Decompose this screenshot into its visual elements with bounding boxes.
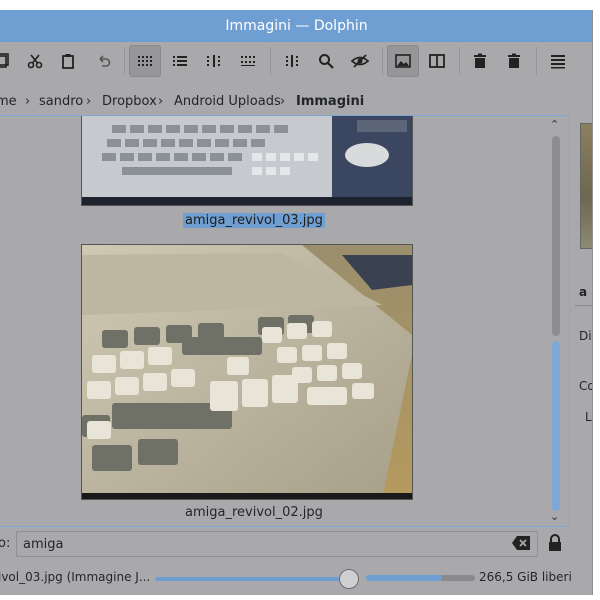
undo-icon (99, 55, 111, 67)
cut-button[interactable] (19, 45, 51, 77)
scrollbar-track (552, 136, 560, 336)
toolbar-separator (382, 47, 383, 75)
menu-button[interactable] (542, 45, 574, 77)
hidden-files-icon (351, 54, 369, 68)
sort-button[interactable] (276, 45, 308, 77)
details-view-button[interactable] (164, 45, 196, 77)
split-view-button[interactable] (421, 45, 453, 77)
crumb-android-uploads[interactable]: Android Uploads (174, 87, 281, 117)
free-space-fill (366, 575, 443, 581)
undo-button[interactable] (88, 45, 120, 77)
filter-bar: o: (0, 529, 592, 563)
panel-label: Co (579, 379, 592, 393)
lock-icon (549, 534, 561, 551)
toolbar-separator (459, 47, 460, 75)
chevron-right-icon: › (86, 94, 92, 109)
zoom-slider-handle[interactable] (339, 569, 359, 589)
cut-icon (27, 54, 43, 69)
chevron-down-icon[interactable]: ⌄ (550, 510, 559, 523)
search-button[interactable] (310, 45, 342, 77)
paste-icon (62, 54, 74, 69)
amiga-keyboard-image (82, 116, 412, 205)
vertical-scrollbar[interactable] (551, 136, 561, 511)
details-view-icon (173, 56, 187, 66)
delete-icon (508, 53, 520, 68)
grid-view-button[interactable] (232, 45, 264, 77)
preview-button[interactable] (387, 45, 419, 77)
free-space-bar (366, 575, 475, 581)
panel-label-dimensions: Dim (579, 329, 592, 343)
clear-text-button[interactable] (512, 536, 530, 554)
trash-button[interactable] (464, 45, 496, 77)
sort-icon (286, 55, 298, 67)
compact-view-icon (207, 55, 220, 67)
file-name-label[interactable]: amiga_revivol_03.jpg (183, 213, 325, 228)
icons-view-icon (138, 56, 152, 66)
grid-view-icon (241, 56, 255, 66)
thumbnail-amiga-revivol-02[interactable] (81, 244, 413, 500)
file-view[interactable]: amiga_revivol_03.jpg amiga_revivol_02.jp… (0, 115, 570, 527)
chevron-right-icon: › (25, 94, 31, 109)
paste-button[interactable] (52, 45, 84, 77)
icons-view-button[interactable] (129, 45, 161, 77)
trash-icon (474, 53, 486, 68)
crumb-dropbox[interactable]: Dropbox (102, 87, 157, 117)
toolbar-separator (536, 47, 537, 75)
menu-icon (551, 55, 565, 69)
information-panel: a Dim E Co La (575, 115, 592, 535)
filter-input[interactable] (16, 531, 538, 557)
delete-button[interactable] (498, 45, 530, 77)
compact-view-button[interactable] (198, 45, 230, 77)
filter-label: o: (0, 536, 11, 551)
panel-divider (575, 305, 592, 306)
thumbnail-amiga-revivol-03[interactable] (81, 116, 413, 206)
toolbar-separator (270, 47, 271, 75)
copy-button[interactable] (0, 45, 18, 77)
crumb-home[interactable]: me (0, 87, 17, 117)
file-name-label[interactable]: amiga_revivol_02.jpg (185, 505, 323, 520)
window-title: Immagini — Dolphin (225, 18, 368, 34)
chevron-right-icon: › (280, 94, 286, 109)
preview-image (580, 123, 592, 249)
crumb-immagini[interactable]: Immagini (296, 87, 364, 117)
panel-label: La (585, 410, 592, 424)
toolbar (0, 42, 592, 87)
preview-icon (395, 54, 411, 68)
crumb-sandro[interactable]: sandro (39, 87, 83, 117)
status-bar: ivol_03.jpg (Immagine J... 266,5 GiB lib… (0, 563, 592, 591)
free-space-label: 266,5 GiB liberi (479, 570, 572, 584)
title-bar[interactable]: Immagini — Dolphin (0, 10, 592, 42)
chevron-right-icon: › (158, 94, 164, 109)
dolphin-window: Immagini — Dolphin e › sandro › Dropbox … (0, 10, 593, 595)
hidden-files-button[interactable] (344, 45, 376, 77)
panel-title: a (579, 285, 588, 299)
lock-button[interactable] (547, 534, 563, 556)
backspace-icon (512, 536, 530, 550)
toolbar-separator (124, 47, 125, 75)
breadcrumb: me › sandro › Dropbox › Android Uploads … (0, 87, 592, 117)
zoom-slider[interactable] (155, 577, 355, 581)
scrollbar-handle[interactable] (552, 341, 560, 511)
status-text: ivol_03.jpg (Immagine J... (0, 570, 151, 584)
amiga-keyboard-image (82, 245, 412, 499)
split-view-icon (429, 54, 445, 68)
search-icon (319, 54, 334, 69)
copy-icon (0, 53, 9, 68)
chevron-up-icon[interactable]: ⌃ (550, 118, 559, 131)
